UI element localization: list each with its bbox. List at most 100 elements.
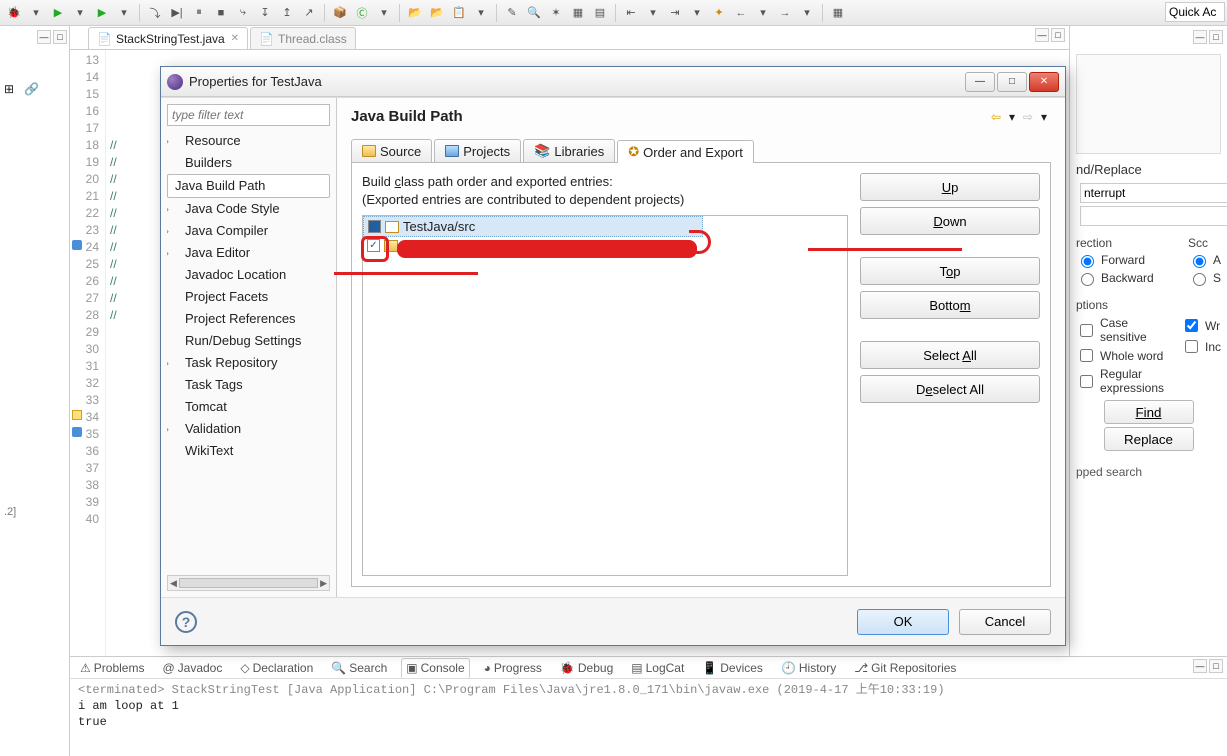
dropdown-icon[interactable]: ▾ [687,3,707,23]
up-button[interactable]: Up [860,173,1040,201]
dropdown-icon[interactable]: ▾ [374,3,394,23]
horizontal-scrollbar[interactable]: ◀▶ [167,575,330,591]
open-type-icon[interactable]: 📂 [405,3,425,23]
close-icon[interactable]: ✕ [231,33,239,44]
tab-logcat[interactable]: ▤LogCat [627,659,688,677]
dialog-titlebar[interactable]: Properties for TestJava — □ ✕ [161,67,1065,97]
outline-icon[interactable]: ⊞ [4,82,18,96]
tab-devices[interactable]: 📱Devices [698,659,767,677]
maximize-icon[interactable]: □ [1209,30,1223,44]
tool-icon[interactable]: ↧ [255,3,275,23]
maximize-icon[interactable]: □ [1209,659,1223,673]
editor-tab-active[interactable]: 📄 StackStringTest.java ✕ [88,27,248,49]
top-button[interactable]: Top [860,257,1040,285]
tree-item[interactable]: Java Code Style [167,198,330,220]
tab-order-export[interactable]: ✪Order and Export [617,140,754,163]
tool-icon[interactable]: ← [731,3,751,23]
replace-button[interactable]: Replace [1104,427,1194,451]
tool-icon[interactable]: ✎ [502,3,522,23]
tab-problems[interactable]: ⚠Problems [76,659,148,677]
tool-icon[interactable]: ▶| [167,3,187,23]
order-list[interactable]: TestJava/src [362,215,848,576]
tree-item[interactable]: Java Editor [167,242,330,264]
cancel-button[interactable]: Cancel [959,609,1051,635]
nav-back-icon[interactable]: ⇦ [989,110,1003,124]
tab-javadoc[interactable]: @Javadoc [158,659,226,677]
down-button[interactable]: Down [860,207,1040,235]
backward-radio[interactable]: Backward [1076,270,1180,286]
tree-item[interactable]: Run/Debug Settings [167,330,330,352]
find-input[interactable] [1080,183,1227,203]
minimize-icon[interactable]: — [1193,659,1207,673]
close-button[interactable]: ✕ [1029,72,1059,92]
tab-source[interactable]: Source [351,139,432,162]
editor-tab-inactive[interactable]: 📄 Thread.class [250,27,356,49]
regex-check[interactable]: Regular expressions [1076,367,1175,395]
minimize-icon[interactable]: — [37,30,51,44]
tab-libraries[interactable]: 📚Libraries [523,139,615,162]
tool-icon[interactable]: ▤ [590,3,610,23]
nav-forward-icon[interactable]: ⇨ [1021,110,1035,124]
select-all-button[interactable]: Select All [860,341,1040,369]
tool-icon[interactable]: ⏸ [189,3,209,23]
tool-icon[interactable]: ↗ [299,3,319,23]
quick-access-input[interactable] [1165,2,1225,22]
tool-icon[interactable]: ▦ [828,3,848,23]
whole-word-check[interactable]: Whole word [1076,346,1175,365]
scope-sel-radio[interactable]: S [1188,270,1221,286]
run-icon[interactable]: ▶ [48,3,68,23]
tool-icon[interactable]: ⇤ [621,3,641,23]
dropdown-icon[interactable]: ▾ [114,3,134,23]
gutter-marker[interactable] [72,427,82,437]
dropdown-icon[interactable]: ▾ [70,3,90,23]
dropdown-icon[interactable]: ▾ [1005,110,1019,124]
tab-debug[interactable]: 🐞Debug [556,659,617,677]
tree-item[interactable]: Javadoc Location [167,264,330,286]
tab-projects[interactable]: Projects [434,139,521,162]
order-list-item[interactable]: TestJava/src [363,216,703,237]
tool-icon[interactable]: 🔍 [524,3,544,23]
tree-item[interactable]: Validation [167,418,330,440]
minimize-icon[interactable]: — [1193,30,1207,44]
maximize-button[interactable]: □ [997,72,1027,92]
scope-all-radio[interactable]: A [1188,252,1221,268]
dropdown-icon[interactable]: ▾ [797,3,817,23]
tab-console[interactable]: ▣Console [401,658,469,678]
tree-item[interactable]: Resource [167,130,330,152]
tab-history[interactable]: 🕘History [777,659,840,677]
open-task-icon[interactable]: 📂 [427,3,447,23]
tool-icon[interactable]: ▦ [568,3,588,23]
tool-icon[interactable]: ⤷ [233,3,253,23]
deselect-all-button[interactable]: Deselect All [860,375,1040,403]
case-sensitive-check[interactable]: Case sensitive [1076,316,1175,344]
tool-icon[interactable]: → [775,3,795,23]
tool-icon[interactable]: ✦ [709,3,729,23]
tool-icon[interactable]: ■ [211,3,231,23]
dropdown-icon[interactable]: ▾ [643,3,663,23]
gutter-marker[interactable] [72,410,82,420]
tree-item[interactable]: Project Facets [167,286,330,308]
new-package-icon[interactable]: 📦 [330,3,350,23]
maximize-icon[interactable]: □ [53,30,67,44]
dropdown-icon[interactable]: ▾ [26,3,46,23]
tab-search[interactable]: 🔍Search [327,659,391,677]
tab-progress[interactable]: ◕Progress [480,659,546,677]
tree-item[interactable]: Task Tags [167,374,330,396]
tree-item[interactable]: WikiText [167,440,330,462]
tree-item[interactable]: Java Compiler [167,220,330,242]
help-icon[interactable]: ? [175,611,197,633]
ok-button[interactable]: OK [857,609,949,635]
tree-item[interactable]: Java Build Path [167,174,330,198]
new-class-icon[interactable]: Ⓒ [352,3,372,23]
dropdown-icon[interactable]: ▾ [1037,110,1051,124]
maximize-icon[interactable]: □ [1051,28,1065,42]
tree-item[interactable]: Project References [167,308,330,330]
find-button[interactable]: Find [1104,400,1194,424]
tool-icon[interactable]: ⇥ [665,3,685,23]
tab-declaration[interactable]: ◇Declaration [236,659,317,677]
replace-input[interactable] [1080,206,1227,226]
incremental-check[interactable]: Inc [1181,337,1221,356]
debug-icon[interactable]: 🐞 [4,3,24,23]
wrap-check[interactable]: Wr [1181,316,1221,335]
forward-radio[interactable]: Forward [1076,252,1180,268]
